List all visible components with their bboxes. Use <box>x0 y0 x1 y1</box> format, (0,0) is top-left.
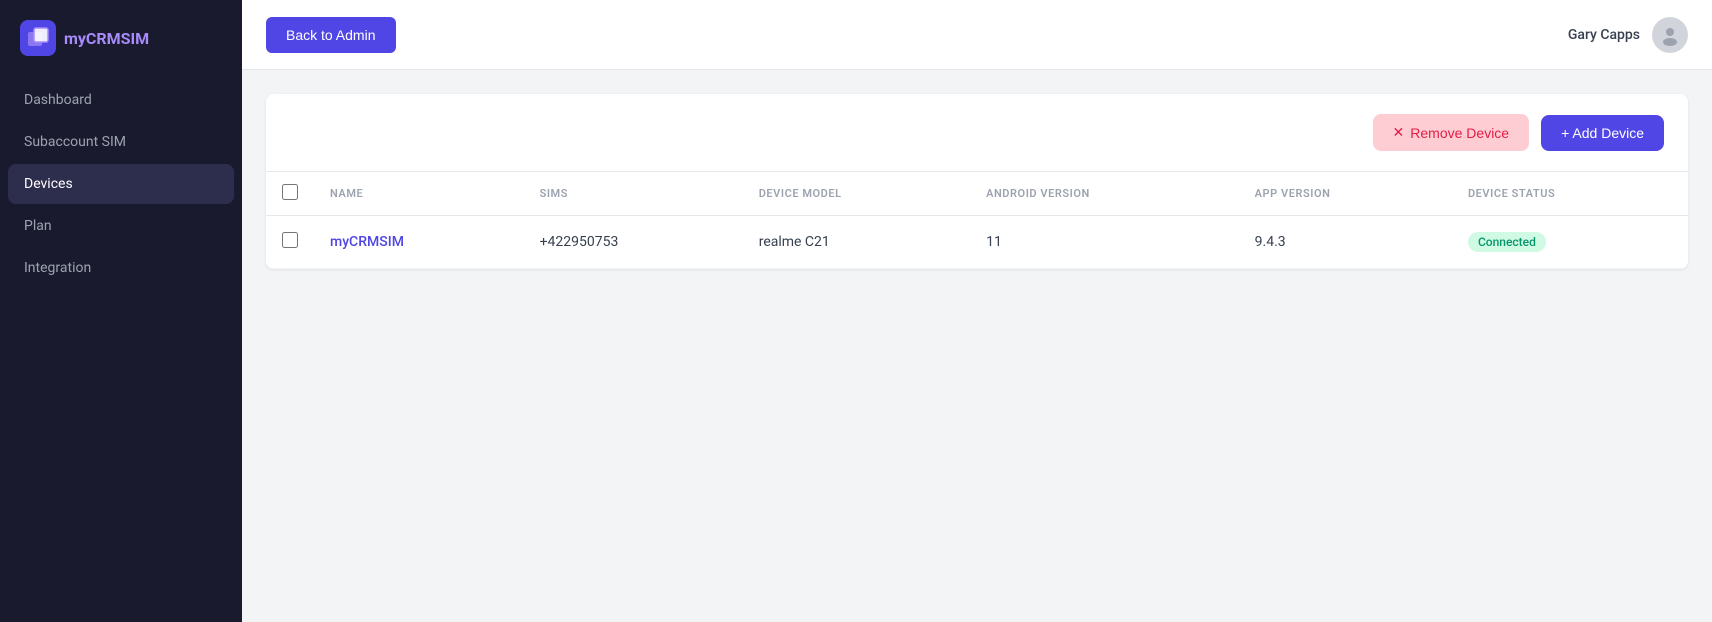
logo-text-my: my <box>64 29 86 48</box>
logo-icon <box>20 20 56 56</box>
header-android-version: ANDROID VERSION <box>970 172 1239 216</box>
row-checkbox[interactable] <box>282 232 298 248</box>
sidebar-item-subaccount-sim[interactable]: Subaccount SIM <box>8 122 234 162</box>
header-device-status: DEVICE STATUS <box>1452 172 1688 216</box>
row-android-version-cell: 11 <box>970 216 1239 269</box>
header-name: NAME <box>314 172 524 216</box>
remove-device-label: Remove Device <box>1410 125 1509 141</box>
remove-icon: ✕ <box>1393 124 1405 141</box>
device-name-link[interactable]: myCRMSIM <box>330 234 404 250</box>
row-checkbox-cell <box>266 216 314 269</box>
header-sims: SIMS <box>524 172 743 216</box>
sidebar-item-plan[interactable]: Plan <box>8 206 234 246</box>
select-all-checkbox[interactable] <box>282 184 298 200</box>
devices-table: NAME SIMS DEVICE MODEL ANDROID VERSION A… <box>266 171 1688 269</box>
logo-text-brand: CRMSIM <box>86 29 149 48</box>
sidebar-logo: myCRMSIM <box>0 0 242 80</box>
sidebar-item-devices[interactable]: Devices <box>8 164 234 204</box>
header-checkbox-col <box>266 172 314 216</box>
header-app-version: APP VERSION <box>1239 172 1452 216</box>
remove-device-button[interactable]: ✕ Remove Device <box>1373 114 1530 151</box>
table-header-row: NAME SIMS DEVICE MODEL ANDROID VERSION A… <box>266 172 1688 216</box>
row-sims-cell: +422950753 <box>524 216 743 269</box>
avatar <box>1652 17 1688 53</box>
main-content: Back to Admin Gary Capps ✕ Remove Device… <box>242 0 1712 622</box>
add-device-button[interactable]: + Add Device <box>1541 115 1664 151</box>
sidebar-item-dashboard[interactable]: Dashboard <box>8 80 234 120</box>
logo-text: myCRMSIM <box>64 29 149 48</box>
header: Back to Admin Gary Capps <box>242 0 1712 70</box>
table-toolbar: ✕ Remove Device + Add Device <box>266 94 1688 171</box>
content-area: ✕ Remove Device + Add Device NAME SIMS <box>242 70 1712 622</box>
devices-card: ✕ Remove Device + Add Device NAME SIMS <box>266 94 1688 269</box>
row-name-cell: myCRMSIM <box>314 216 524 269</box>
sidebar-nav: Dashboard Subaccount SIM Devices Plan In… <box>0 80 242 288</box>
header-device-model: DEVICE MODEL <box>743 172 970 216</box>
sidebar: myCRMSIM Dashboard Subaccount SIM Device… <box>0 0 242 622</box>
row-app-version-cell: 9.4.3 <box>1239 216 1452 269</box>
sidebar-item-integration[interactable]: Integration <box>8 248 234 288</box>
status-badge: Connected <box>1468 232 1546 252</box>
user-info: Gary Capps <box>1568 17 1688 53</box>
user-name: Gary Capps <box>1568 27 1640 43</box>
add-device-label: + Add Device <box>1561 125 1644 141</box>
back-to-admin-button[interactable]: Back to Admin <box>266 17 396 53</box>
row-device-status-cell: Connected <box>1452 216 1688 269</box>
row-device-model-cell: realme C21 <box>743 216 970 269</box>
table-row: myCRMSIM +422950753 realme C21 11 9.4.3 … <box>266 216 1688 269</box>
